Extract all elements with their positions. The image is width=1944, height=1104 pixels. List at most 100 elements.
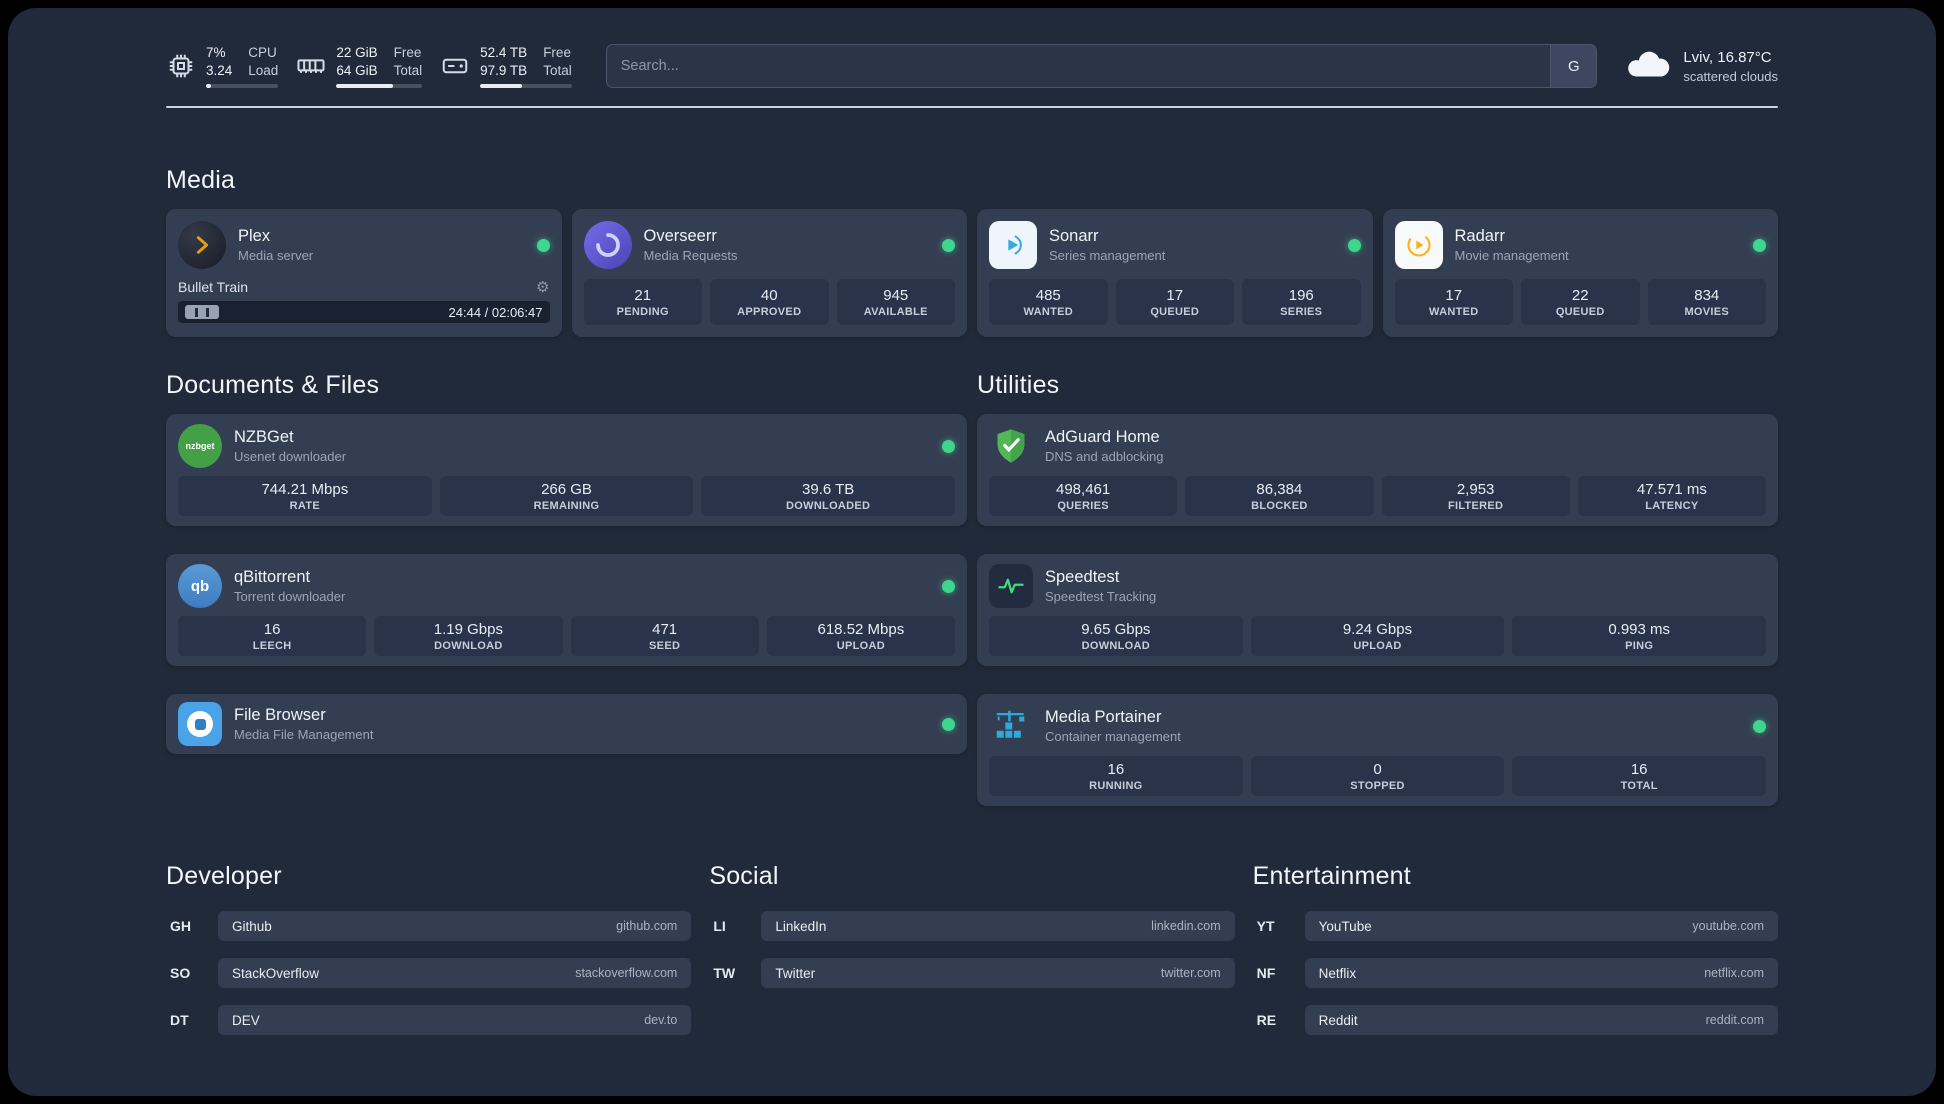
stat-value: 40 <box>760 286 778 304</box>
stat-value: 22 <box>1571 286 1589 304</box>
speedtest-stats: 9.65 Gbps DOWNLOAD 9.24 Gbps UPLOAD 0.99… <box>989 616 1767 656</box>
plex-icon <box>178 221 226 269</box>
qbittorrent-card[interactable]: qb qBittorrent Torrent downloader 16 LEE… <box>166 554 967 666</box>
stat-value: 945 <box>883 286 909 304</box>
filebrowser-card-header: File Browser Media File Management <box>178 702 955 746</box>
pause-icon <box>195 307 209 317</box>
bookmark-linkedin[interactable]: LI LinkedIn linkedin.com <box>709 911 1235 941</box>
app-subtitle: Torrent downloader <box>234 589 346 604</box>
stat-queries: 498,461 QUERIES <box>989 476 1178 516</box>
stat-value: 16 <box>1630 760 1648 778</box>
stat-label: WANTED <box>1023 305 1073 318</box>
bookmark-name: YouTube <box>1318 918 1372 934</box>
stat-download: 9.65 Gbps DOWNLOAD <box>989 616 1243 656</box>
media-heading: Media <box>166 166 236 194</box>
overseerr-stats: 21 PENDING 40 APPROVED 945 AVAILABLE <box>583 279 955 325</box>
bookmark-abbr: NF <box>1256 965 1276 981</box>
media-section: Media Plex Media server Bullet Train ⚙ 2… <box>166 166 1778 337</box>
stat-wanted: 17 WANTED <box>1394 279 1513 325</box>
app-subtitle: Usenet downloader <box>234 449 347 464</box>
app-subtitle: Speedtest Tracking <box>1045 589 1157 604</box>
social-heading: Social <box>709 862 779 890</box>
stat-queued: 17 QUEUED <box>1115 279 1234 325</box>
gear-icon[interactable]: ⚙ <box>536 280 549 295</box>
bookmark-name: Twitter <box>775 965 816 981</box>
adguard-shield-icon <box>989 424 1033 468</box>
qbittorrent-icon: qb <box>178 564 222 608</box>
stat-label: QUEUED <box>1555 305 1605 318</box>
plex-card[interactable]: Plex Media server Bullet Train ⚙ 24:44 /… <box>166 209 562 337</box>
app-name: Plex <box>238 227 271 245</box>
stat-value: 17 <box>1166 286 1184 304</box>
bookmark-reddit[interactable]: RE Reddit reddit.com <box>1253 1005 1778 1035</box>
search-input[interactable] <box>606 45 1551 87</box>
stat-filtered: 2,953 FILTERED <box>1381 476 1570 516</box>
cpu-usage-bar <box>206 83 279 88</box>
developer-heading: Developer <box>166 862 282 890</box>
bookmark-github[interactable]: GH Github github.com <box>166 911 692 941</box>
cpu-percent: 7% <box>206 45 226 61</box>
bookmark-youtube[interactable]: YT YouTube youtube.com <box>1253 911 1778 941</box>
stat-label: BLOCKED <box>1251 499 1308 512</box>
stat-value: 498,461 <box>1056 480 1111 498</box>
filebrowser-icon <box>178 702 222 746</box>
overseerr-card[interactable]: Overseerr Media Requests 21 PENDING 40 A… <box>571 209 967 337</box>
bookmark-dev[interactable]: DT DEV dev.to <box>166 1005 692 1035</box>
app-name: NZBGet <box>234 428 294 446</box>
search-bar: G <box>605 44 1598 88</box>
radarr-card[interactable]: Radarr Movie management 17 WANTED 22 QUE… <box>1382 209 1778 337</box>
nzbget-card[interactable]: nzbget NZBGet Usenet downloader 744.21 M… <box>166 414 967 526</box>
documents-heading: Documents & Files <box>166 371 380 399</box>
developer-bookmarks: Developer GH Github github.com SO StackO… <box>166 862 692 1035</box>
stat-label: RATE <box>289 499 320 512</box>
memory-free-value: 22 GiB <box>336 45 378 61</box>
sonarr-card[interactable]: Sonarr Series management 485 WANTED 17 Q… <box>977 209 1373 337</box>
bookmark-stackoverflow[interactable]: SO StackOverflow stackoverflow.com <box>166 958 692 988</box>
bookmark-netflix[interactable]: NF Netflix netflix.com <box>1253 958 1778 988</box>
stat-value: 618.52 Mbps <box>817 620 905 638</box>
media-card-row: Plex Media server Bullet Train ⚙ 24:44 /… <box>166 209 1778 337</box>
disk-usage-bar <box>480 83 572 88</box>
bookmark-name: StackOverflow <box>232 965 320 981</box>
portainer-card[interactable]: Media Portainer Container management 16 … <box>977 694 1778 806</box>
stat-approved: 40 APPROVED <box>710 279 829 325</box>
app-name: File Browser <box>234 706 326 724</box>
utilities-section: Utilities AdGuard Home DNS and adblockin… <box>977 371 1778 806</box>
stat-label: FILTERED <box>1447 499 1504 512</box>
speedtest-card[interactable]: Speedtest Speedtest Tracking 9.65 Gbps D… <box>977 554 1778 666</box>
utilities-heading: Utilities <box>977 371 1060 399</box>
entertainment-bookmarks: Entertainment YT YouTube youtube.com NF … <box>1253 862 1778 1035</box>
stat-label: RUNNING <box>1089 779 1143 792</box>
portainer-crane-icon <box>989 704 1033 748</box>
cloud-icon <box>1625 48 1671 85</box>
adguard-stats: 498,461 QUERIES 86,384 BLOCKED 2,953 FIL… <box>989 476 1766 516</box>
sonarr-stats: 485 WANTED 17 QUEUED 196 SERIES <box>989 279 1361 325</box>
stat-label: AVAILABLE <box>863 305 928 318</box>
nzbget-icon: nzbget <box>178 424 222 468</box>
memory-total-value: 64 GiB <box>336 63 378 78</box>
weather-condition: scattered clouds <box>1683 68 1778 84</box>
stat-value: 47.571 ms <box>1636 480 1707 498</box>
adguard-card[interactable]: AdGuard Home DNS and adblocking 498,461 … <box>977 414 1778 526</box>
portainer-card-header: Media Portainer Container management <box>989 704 1766 748</box>
stat-label: STOPPED <box>1350 779 1405 792</box>
bookmark-abbr: SO <box>170 965 191 981</box>
now-playing-title: Bullet Train <box>178 279 249 295</box>
status-dot <box>1753 238 1766 252</box>
stat-value: 266 GB <box>541 480 592 498</box>
bookmark-twitter[interactable]: TW Twitter twitter.com <box>709 958 1235 988</box>
filebrowser-card[interactable]: File Browser Media File Management <box>166 694 967 754</box>
radarr-stats: 17 WANTED 22 QUEUED 834 MOVIES <box>1394 279 1766 325</box>
status-dot <box>1347 238 1361 252</box>
disk-free-value: 52.4 TB <box>480 45 528 61</box>
search-provider-button[interactable]: G <box>1550 45 1597 87</box>
playback-progress-bar[interactable]: 24:44 / 02:06:47 <box>178 301 550 323</box>
app-subtitle: DNS and adblocking <box>1045 449 1164 464</box>
speedtest-pulse-icon <box>989 564 1033 608</box>
pause-button[interactable] <box>185 305 219 319</box>
stat-movies: 834 MOVIES <box>1647 279 1766 325</box>
stat-value: 0.993 ms <box>1608 620 1671 638</box>
cpu-stat-body: 7% 3.24 CPU Load <box>206 44 279 88</box>
stat-upload: 618.52 Mbps UPLOAD <box>766 616 955 656</box>
plex-now-playing: Bullet Train ⚙ 24:44 / 02:06:47 <box>178 277 550 323</box>
